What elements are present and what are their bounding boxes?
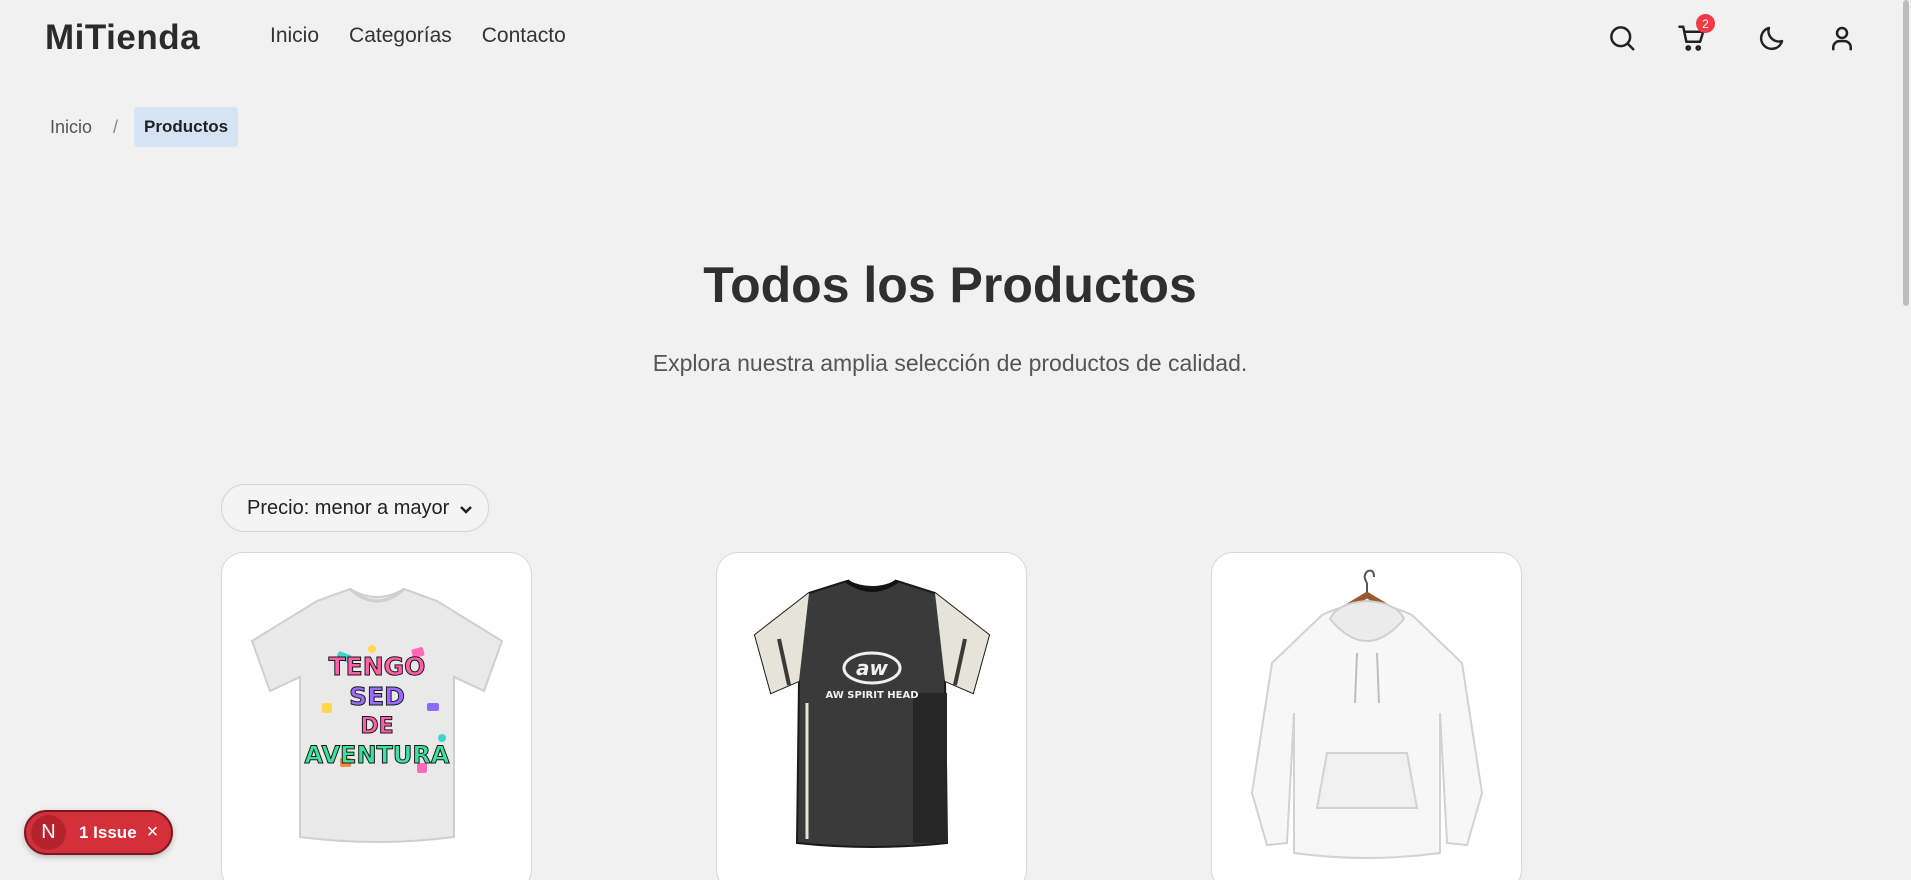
scrollbar[interactable] xyxy=(1901,0,1911,880)
product-image: TENGO SED DE AVENTURA xyxy=(250,587,504,843)
search-icon[interactable] xyxy=(1606,22,1638,54)
shirt-graphic-text: TENGO xyxy=(329,652,426,681)
sort-select[interactable]: Precio: menor a mayor xyxy=(221,484,489,532)
product-image xyxy=(1250,569,1484,859)
nav-categorias[interactable]: Categorías xyxy=(349,24,452,48)
page-title: Todos los Productos xyxy=(703,257,1197,313)
breadcrumb-current: Productos xyxy=(134,107,239,147)
issues-count[interactable]: 1 Issue xyxy=(79,823,137,843)
main-nav: Inicio Categorías Contacto xyxy=(270,24,566,48)
nav-contacto[interactable]: Contacto xyxy=(482,24,566,48)
moon-icon[interactable] xyxy=(1756,22,1788,54)
shirt-graphic-text: AVENTURA xyxy=(305,741,450,769)
breadcrumb-home[interactable]: Inicio xyxy=(45,109,97,146)
product-card[interactable]: aw AW SPIRIT HEAD xyxy=(716,552,1027,880)
next-logo-icon: N xyxy=(31,815,66,850)
cart-count-badge: 2 xyxy=(1696,14,1715,33)
shirt-graphic-text: SED xyxy=(349,682,405,711)
close-icon[interactable]: × xyxy=(147,821,159,844)
user-icon[interactable] xyxy=(1826,22,1858,54)
site-header: MiTienda Inicio Categorías Contacto 2 xyxy=(0,0,1911,78)
logo[interactable]: MiTienda xyxy=(45,18,200,58)
product-card[interactable] xyxy=(1211,552,1522,880)
nav-inicio[interactable]: Inicio xyxy=(270,24,319,48)
page-subtitle: Explora nuestra amplia selección de prod… xyxy=(652,350,1248,376)
sort-select-value: Precio: menor a mayor xyxy=(247,496,450,519)
dev-issues-indicator[interactable]: N 1 Issue × xyxy=(24,810,173,855)
scrollbar-thumb[interactable] xyxy=(1903,0,1909,306)
breadcrumb: Inicio / Productos xyxy=(45,107,239,147)
jersey-graphic-text: AW SPIRIT HEAD xyxy=(825,690,918,701)
chevron-down-icon xyxy=(458,500,474,516)
breadcrumb-separator: / xyxy=(113,116,119,137)
jersey-logo-text: aw xyxy=(856,656,888,680)
shirt-graphic-text: DE xyxy=(360,714,393,739)
product-card[interactable]: TENGO SED DE AVENTURA xyxy=(221,552,532,880)
product-image: aw AW SPIRIT HEAD xyxy=(753,579,991,848)
